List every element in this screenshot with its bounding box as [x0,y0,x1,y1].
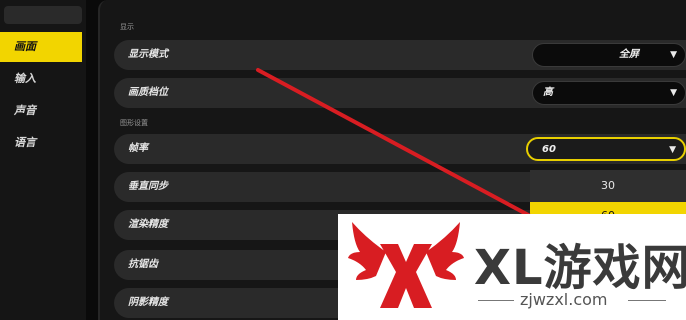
setting-row-frame-rate[interactable]: 帧率 60 ▼ [114,134,686,164]
sidebar-item-display[interactable]: 画面 [0,32,82,62]
watermark-banner: XL游戏网 zjwzxl.com [338,214,686,320]
section-label-display: 显示 [120,23,134,31]
watermark-url: zjwzxl.com [520,290,608,309]
sidebar-header [4,6,82,24]
setting-label: 画质档位 [128,87,168,98]
divider-right [628,300,666,301]
chevron-down-icon: ▼ [669,145,676,155]
quality-preset-select[interactable]: 高 ▼ [532,81,686,105]
setting-label: 阴影精度 [128,297,168,308]
watermark-title: XL游戏网 [474,240,686,296]
display-mode-select[interactable]: 全屏 ▼ [532,43,686,67]
select-value: 60 [542,144,556,155]
frame-rate-select[interactable]: 60 ▼ [526,137,686,161]
sidebar-item-sound[interactable]: 声音 [0,96,82,126]
sidebar-item-language[interactable]: 语言 [0,128,82,158]
section-label-graphics: 图形设置 [120,119,148,127]
dropdown-option-30[interactable]: 30 [530,172,686,200]
setting-label: 帧率 [128,143,148,154]
select-value: 高 [543,87,553,98]
select-value: 全屏 [619,49,639,60]
settings-sidebar: 画面 输入 声音 语言 [0,0,86,320]
setting-label: 抗锯齿 [128,259,158,270]
setting-row-display-mode[interactable]: 显示模式 全屏 ▼ [114,40,686,70]
setting-label: 显示模式 [128,49,168,60]
divider-left [478,300,514,301]
setting-row-quality-preset[interactable]: 画质档位 高 ▼ [114,78,686,108]
wings-x-logo-icon [348,222,464,308]
setting-label: 垂直同步 [128,181,168,192]
sidebar-item-input[interactable]: 输入 [0,64,82,94]
setting-label: 渲染精度 [128,219,168,230]
chevron-down-icon: ▼ [670,88,677,98]
chevron-down-icon: ▼ [670,50,677,60]
